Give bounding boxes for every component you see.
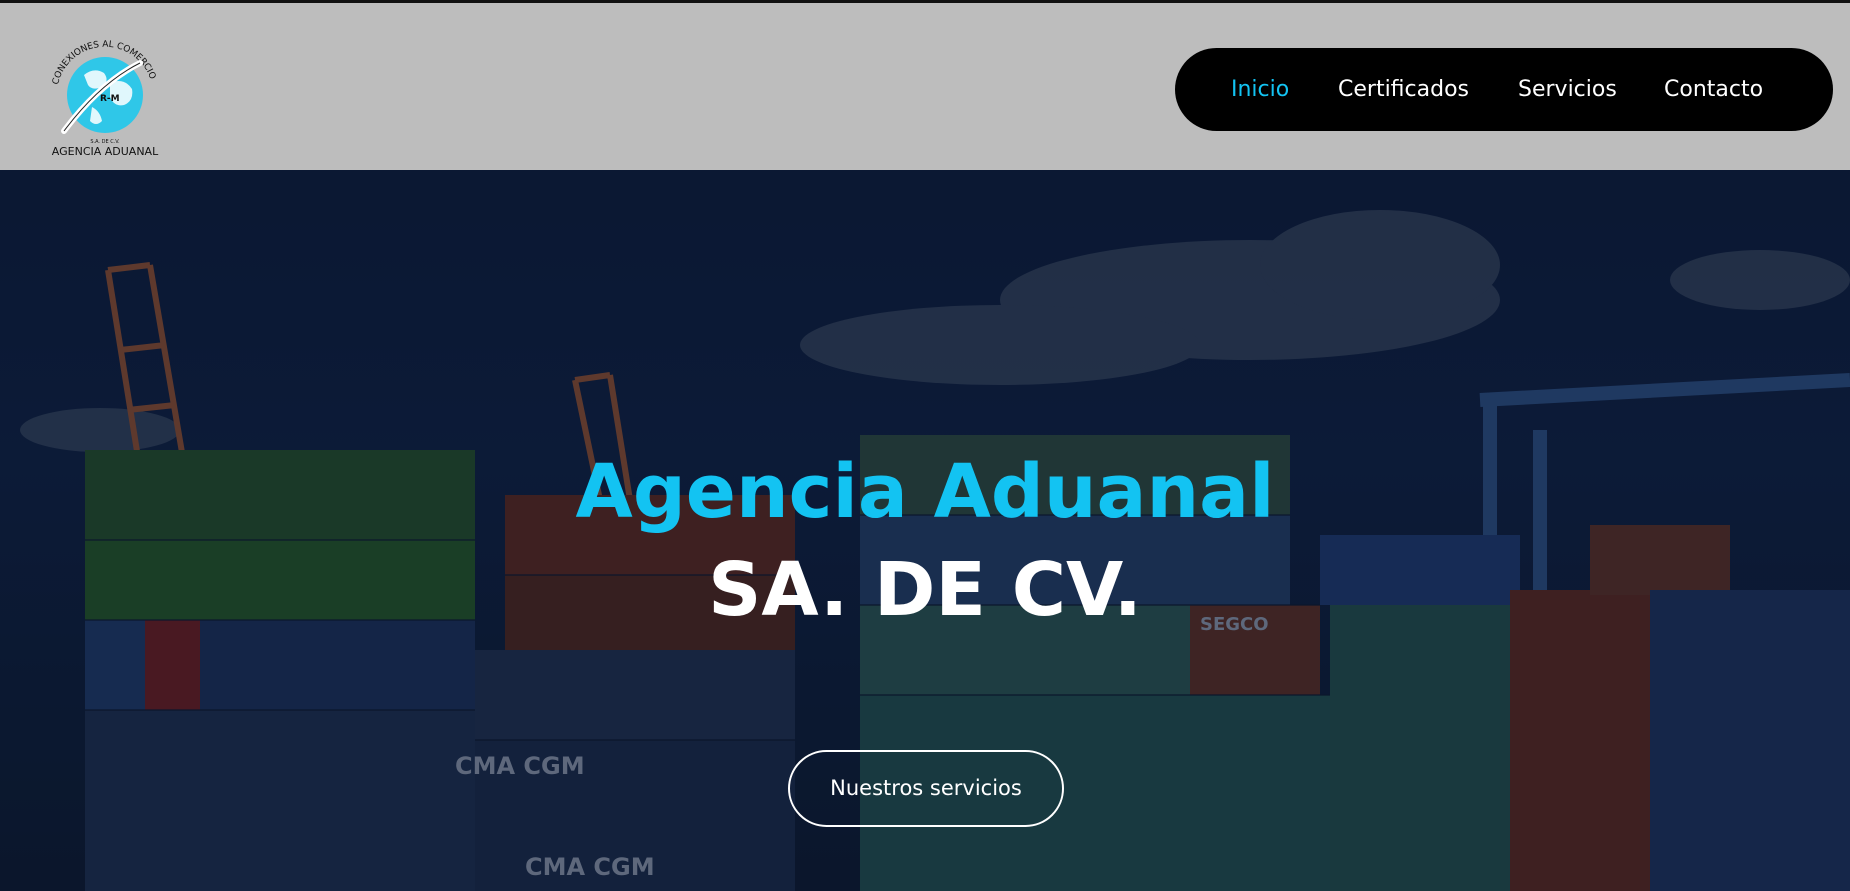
nav-inicio[interactable]: Inicio [1231, 48, 1289, 131]
main-nav: Inicio Certificados Servicios Contacto [1175, 48, 1833, 131]
top-header: CONEXIONES AL COMERCIO EXTERIOR R-M S.A.… [0, 0, 1850, 170]
logo-name: AGENCIA ADUANAL [52, 145, 159, 158]
nav-servicios[interactable]: Servicios [1518, 48, 1617, 131]
nav-contacto[interactable]: Contacto [1664, 48, 1763, 131]
hero-subtitle: SA. DE CV. [708, 547, 1142, 633]
logo-monogram: R-M [100, 94, 120, 104]
hero-section: CMA CGM CMA CGM SEGCO Agencia Aduanal SA… [0, 170, 1850, 891]
hero-title: Agencia Aduanal [575, 449, 1275, 535]
services-button[interactable]: Nuestros servicios [788, 750, 1064, 827]
company-logo[interactable]: CONEXIONES AL COMERCIO EXTERIOR R-M S.A.… [40, 23, 170, 163]
globe-logo-icon: CONEXIONES AL COMERCIO EXTERIOR R-M S.A.… [40, 23, 159, 158]
nav-certificados[interactable]: Certificados [1338, 48, 1469, 131]
